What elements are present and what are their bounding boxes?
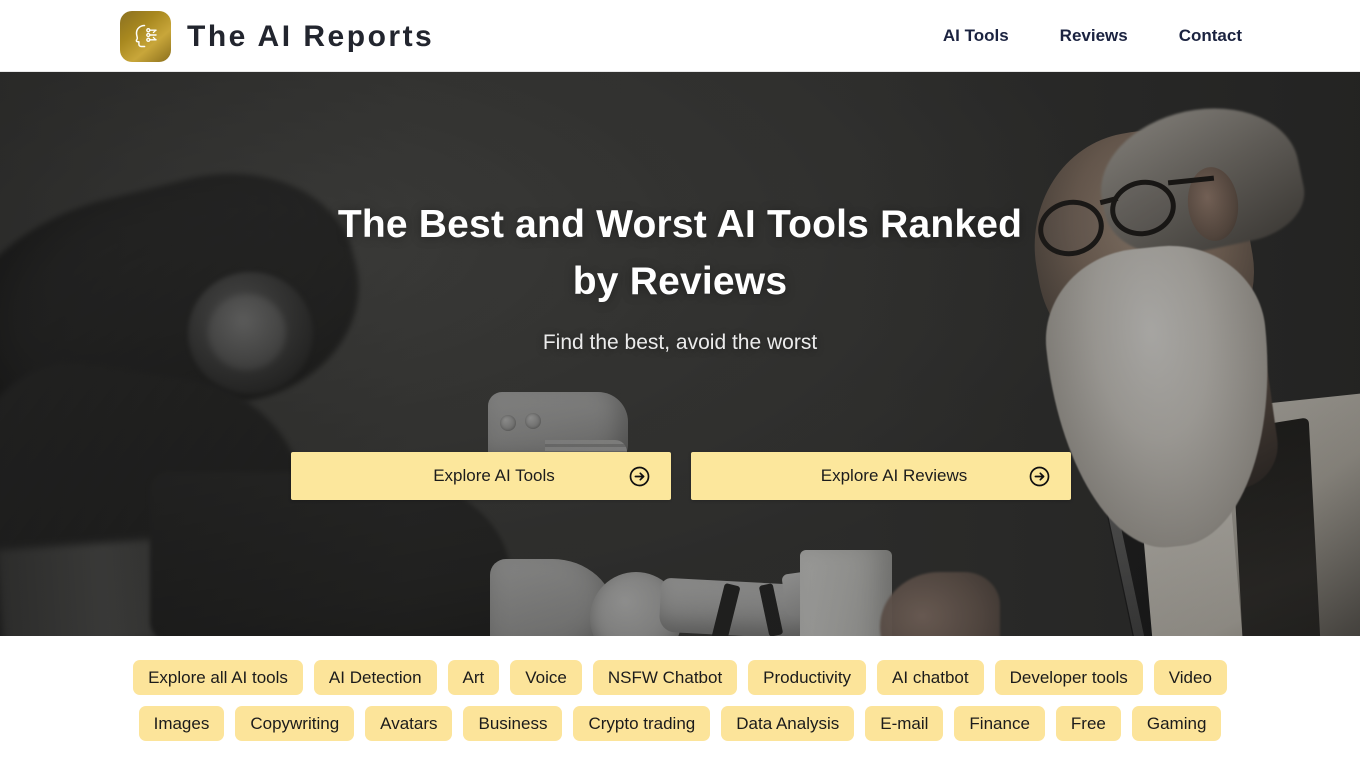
nav-item-reviews[interactable]: Reviews — [1060, 20, 1128, 52]
nav-item-ai-tools[interactable]: AI Tools — [943, 20, 1009, 52]
brand-name: The AI Reports — [187, 19, 435, 53]
brand-logo[interactable]: The AI Reports — [120, 11, 434, 62]
category-tag[interactable]: Productivity — [748, 660, 867, 695]
category-tag[interactable]: Data Analysis — [721, 706, 855, 741]
category-tag[interactable]: Gaming — [1131, 706, 1222, 741]
category-tag[interactable]: Video — [1153, 660, 1227, 695]
category-tag[interactable]: Images — [138, 706, 225, 741]
category-tag[interactable]: NSFW Chatbot — [592, 660, 738, 695]
category-tag[interactable]: Finance — [954, 706, 1045, 741]
ai-head-profile-icon — [120, 11, 171, 62]
category-tag[interactable]: Avatars — [365, 706, 453, 741]
hero-cta-group: Explore AI Tools Explore AI Reviews — [291, 452, 1071, 500]
category-tag[interactable]: Business — [463, 706, 563, 741]
explore-ai-reviews-button[interactable]: Explore AI Reviews — [691, 452, 1071, 500]
category-tag[interactable]: Free — [1055, 706, 1121, 741]
category-tags-section: Explore all AI tools AI Detection Art Voice… — [0, 636, 1360, 764]
hero-section: The Best and Worst AI Tools Ranked by Re… — [0, 72, 1360, 636]
main-navigation: AI Tools Reviews Contact — [943, 0, 1360, 72]
arrow-right-circle-icon — [628, 465, 650, 487]
explore-ai-tools-button[interactable]: Explore AI Tools — [291, 452, 671, 500]
category-tags-row-2: Images Copywriting Avatars Business Crypto t… — [138, 706, 1222, 741]
hero-title: The Best and Worst AI Tools Ranked by Re… — [337, 203, 1023, 303]
site-header: The AI Reports AI Tools Reviews Contact — [0, 0, 1360, 72]
hero-content: The Best and Worst AI Tools Ranked by Re… — [0, 72, 1360, 636]
category-tag[interactable]: Art — [447, 660, 500, 695]
category-tag[interactable]: Voice — [510, 660, 582, 695]
category-tag[interactable]: AI chatbot — [877, 660, 984, 695]
explore-ai-tools-label: Explore AI Tools — [433, 466, 555, 485]
category-tag[interactable]: E-mail — [865, 706, 944, 741]
nav-item-contact[interactable]: Contact — [1179, 20, 1242, 52]
category-tag[interactable]: Copywriting — [235, 706, 355, 741]
category-tags-row-1: Explore all AI tools AI Detection Art Voice… — [133, 660, 1227, 695]
hero-subtitle: Find the best, avoid the worst — [542, 331, 818, 354]
category-tag[interactable]: Developer tools — [994, 660, 1143, 695]
explore-ai-reviews-label: Explore AI Reviews — [820, 466, 968, 485]
arrow-right-circle-icon — [1028, 465, 1050, 487]
category-tag[interactable]: AI Detection — [313, 660, 437, 695]
category-tag[interactable]: Explore all AI tools — [133, 660, 303, 695]
category-tag[interactable]: Crypto trading — [573, 706, 711, 741]
